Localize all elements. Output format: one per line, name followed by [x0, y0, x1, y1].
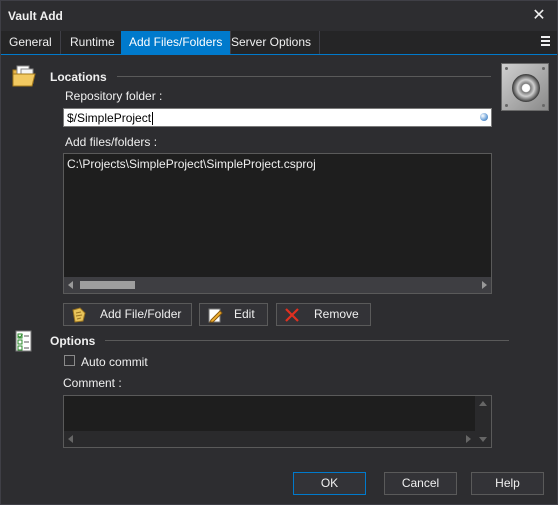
scroll-right-icon[interactable] — [466, 435, 471, 443]
add-file-folder-button[interactable]: Add File/Folder — [63, 303, 192, 326]
locations-divider — [117, 76, 491, 77]
repository-folder-label: Repository folder : — [65, 89, 163, 103]
tab-general[interactable]: General — [1, 31, 61, 54]
comment-vertical-scrollbar[interactable] — [475, 396, 491, 447]
edit-button[interactable]: Edit — [199, 303, 268, 326]
tab-bar: General Runtime Add Files/Folders Server… — [1, 31, 557, 55]
options-divider — [105, 340, 509, 341]
locations-section-title: Locations — [50, 70, 107, 84]
ok-button[interactable]: OK — [293, 472, 366, 495]
list-item[interactable]: C:\Projects\SimpleProject\SimpleProject.… — [67, 157, 316, 171]
files-list-horizontal-scrollbar[interactable] — [64, 277, 491, 293]
help-button[interactable]: Help — [471, 472, 544, 495]
comment-label: Comment : — [63, 376, 122, 390]
window-title: Vault Add — [8, 9, 63, 23]
auto-commit-label: Auto commit — [81, 355, 148, 369]
repository-folder-value: $/SimpleProject — [67, 111, 152, 125]
scroll-thumb[interactable] — [80, 281, 135, 289]
tab-runtime[interactable]: Runtime — [62, 31, 124, 54]
title-bar: Vault Add ✕ — [1, 1, 557, 31]
checklist-icon — [15, 330, 32, 352]
remove-x-icon — [285, 308, 299, 322]
add-files-folders-label: Add files/folders : — [65, 135, 158, 149]
repository-folder-input[interactable]: $/SimpleProject — [63, 108, 492, 127]
remove-button[interactable]: Remove — [276, 303, 371, 326]
tab-add-files-folders[interactable]: Add Files/Folders — [121, 31, 232, 54]
scroll-left-icon[interactable] — [68, 435, 73, 443]
tab-menu-icon[interactable] — [541, 36, 551, 48]
options-section-title: Options — [50, 334, 96, 348]
comment-horizontal-scrollbar[interactable] — [64, 431, 475, 447]
files-list[interactable]: C:\Projects\SimpleProject\SimpleProject.… — [63, 153, 492, 294]
vault-safe-icon — [501, 63, 549, 111]
folder-documents-icon — [12, 65, 36, 87]
auto-commit-checkbox[interactable] — [64, 355, 75, 366]
comment-textarea[interactable] — [63, 395, 492, 448]
cancel-button[interactable]: Cancel — [384, 472, 457, 495]
close-icon[interactable]: ✕ — [529, 6, 549, 26]
scroll-left-icon[interactable] — [68, 281, 73, 289]
vault-add-dialog: Vault Add ✕ General Runtime Add Files/Fo… — [0, 0, 558, 505]
tab-server-options[interactable]: Server Options — [223, 31, 321, 54]
scroll-up-icon[interactable] — [479, 401, 487, 406]
scroll-down-icon[interactable] — [479, 437, 487, 442]
add-file-icon — [72, 307, 86, 323]
edit-icon — [208, 308, 223, 323]
browse-repository-icon[interactable] — [480, 113, 488, 121]
scroll-right-icon[interactable] — [482, 281, 487, 289]
